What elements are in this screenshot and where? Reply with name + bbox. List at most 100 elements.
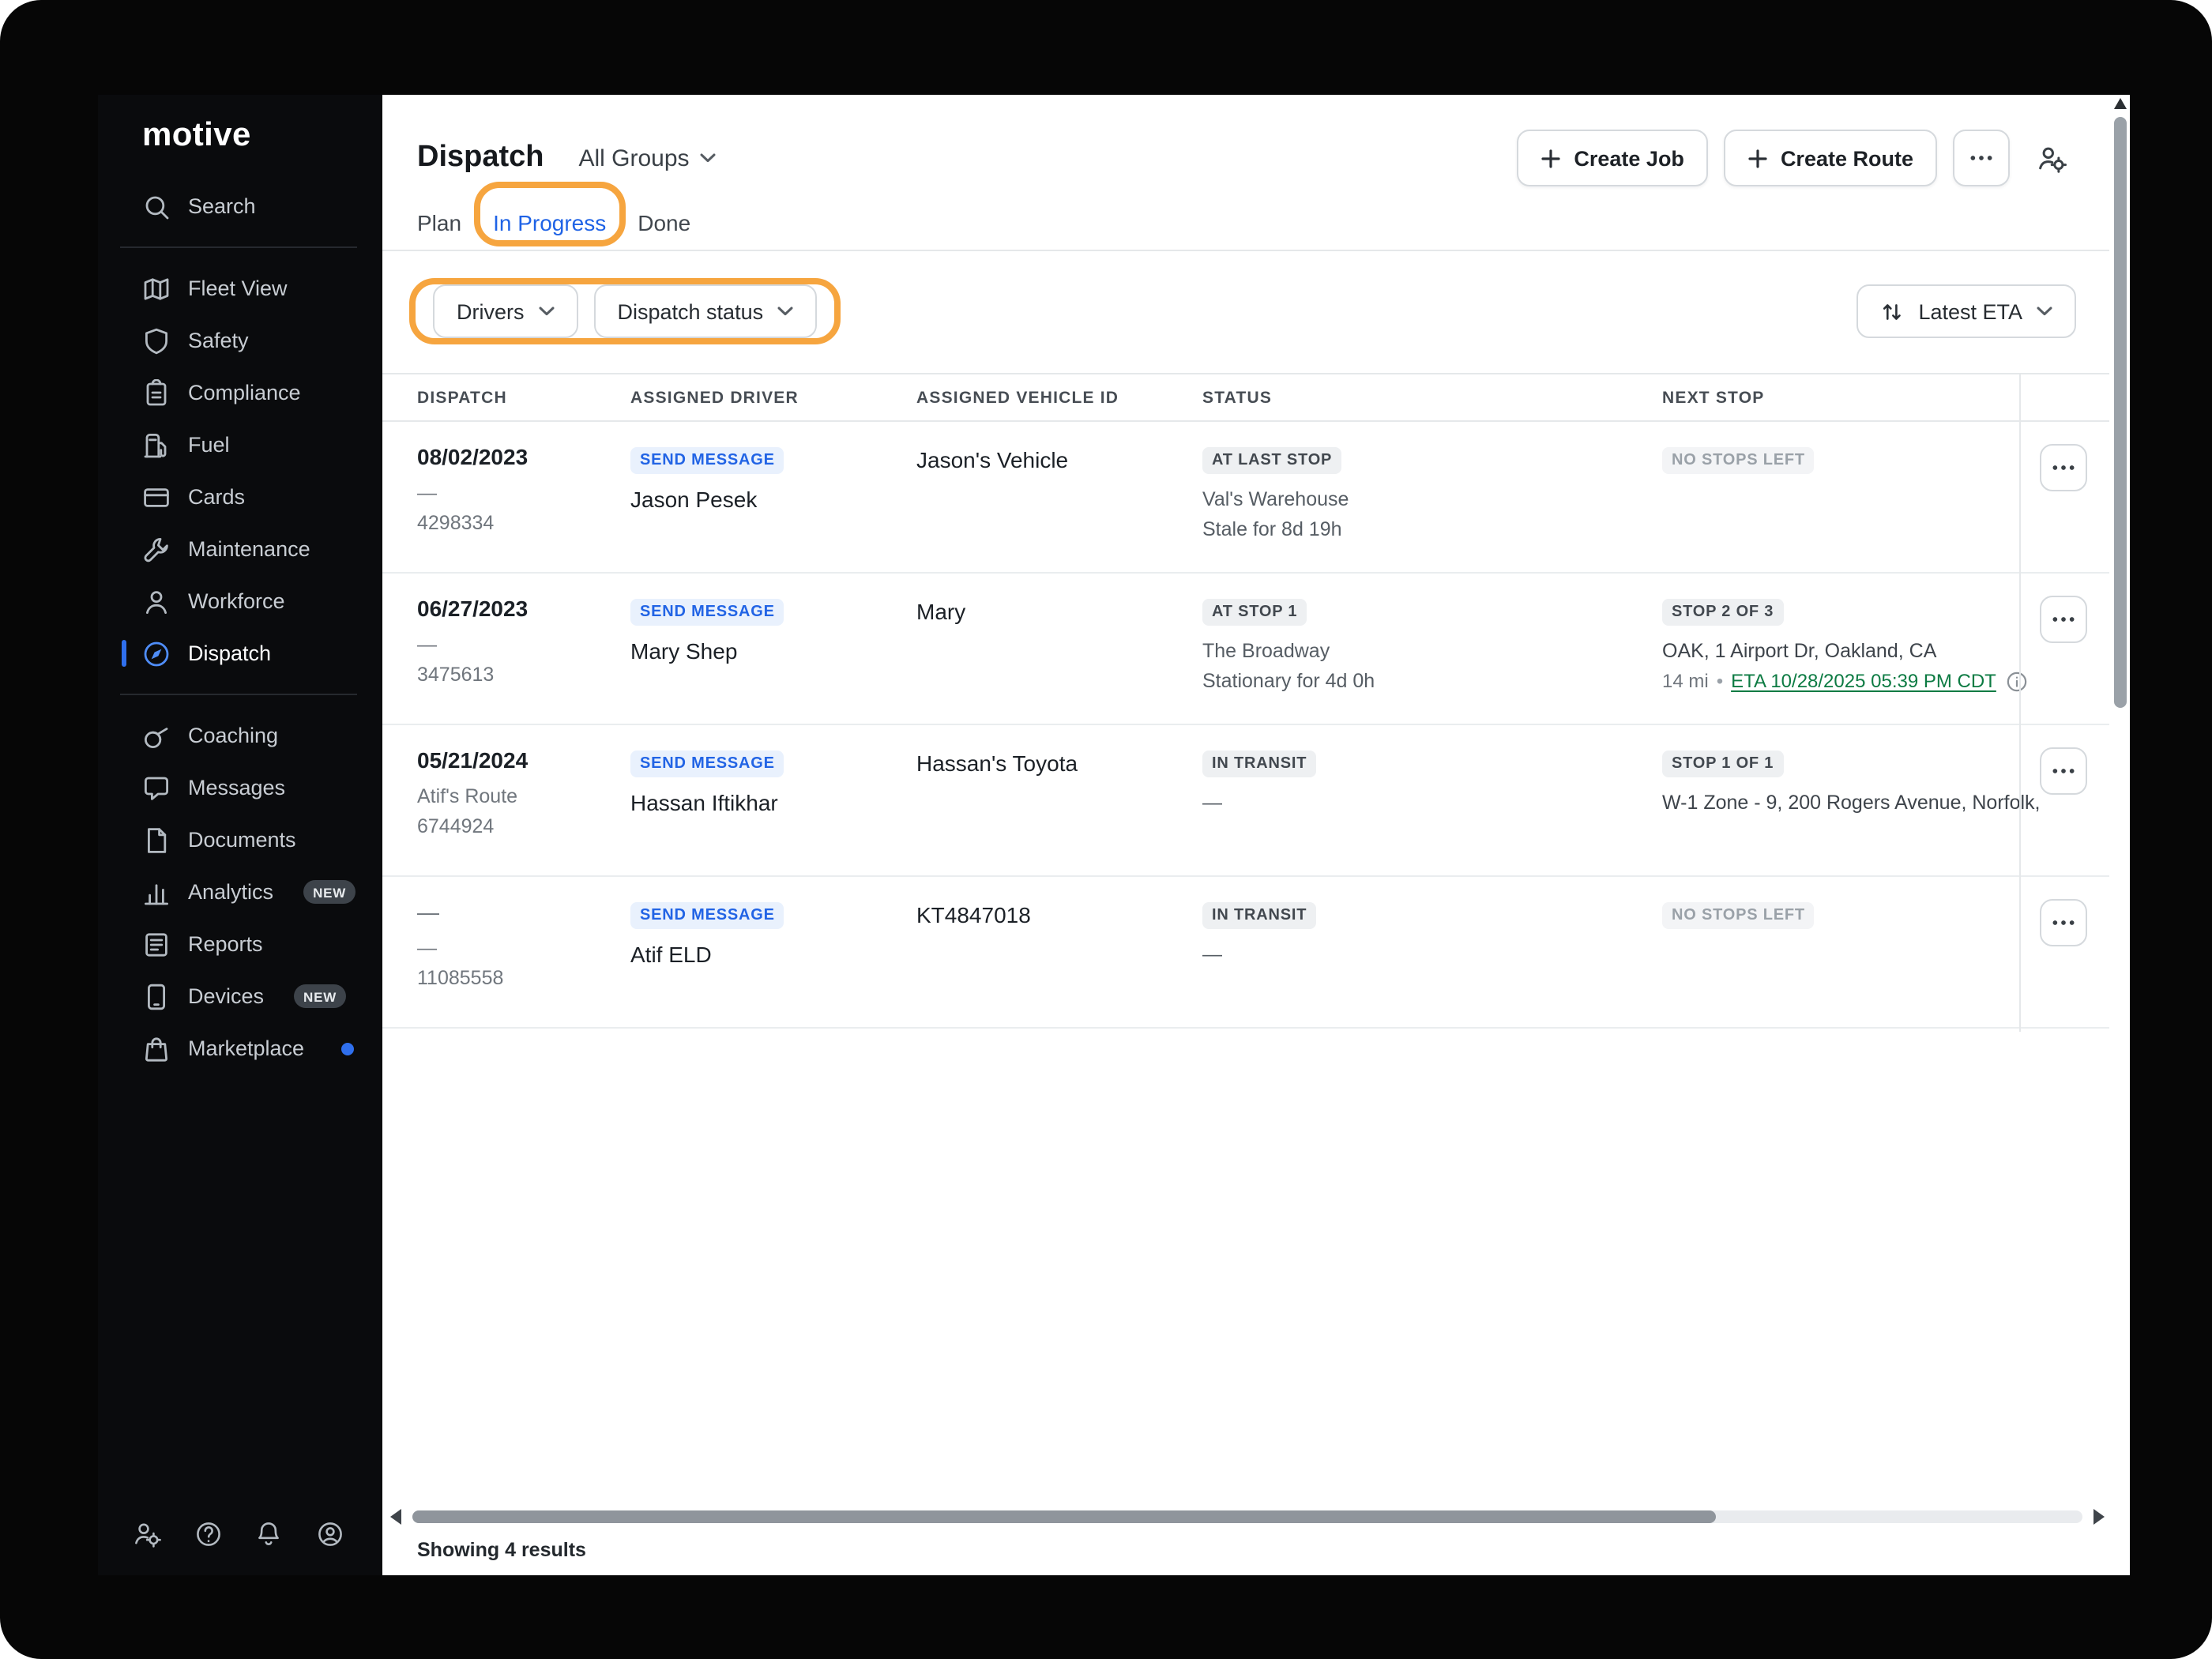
bell-icon[interactable]	[255, 1520, 284, 1548]
status-line1: Val's Warehouse	[1202, 485, 1646, 515]
sidebar-item-documents[interactable]: Documents	[98, 814, 382, 866]
sidebar-item-label: Dispatch	[188, 641, 271, 665]
sidebar-item-coaching[interactable]: Coaching	[98, 709, 382, 762]
group-selector[interactable]: All Groups	[579, 145, 717, 171]
dispatch-date: 05/21/2024	[417, 747, 615, 773]
sidebar-item-messages[interactable]: Messages	[98, 762, 382, 814]
dispatch-status-filter[interactable]: Dispatch status	[594, 284, 818, 338]
user-settings-button[interactable]	[2026, 130, 2076, 186]
sidebar-item-analytics[interactable]: Analytics NEW	[98, 866, 382, 918]
next-stop-eta-link[interactable]: ETA 10/28/2025 05:39 PM CDT	[1731, 667, 1996, 697]
new-badge: NEW	[303, 880, 356, 904]
sidebar-item-devices[interactable]: Devices NEW	[98, 970, 382, 1022]
scroll-right-arrow[interactable]	[2094, 1509, 2105, 1525]
tab-plan[interactable]: Plan	[417, 196, 461, 250]
vertical-scrollbar[interactable]	[2112, 98, 2127, 762]
dispatch-date: 06/27/2023	[417, 596, 615, 621]
sidebar-item-label: Cards	[188, 485, 245, 509]
tab-done[interactable]: Done	[638, 196, 690, 250]
send-message-link[interactable]: SEND MESSAGE	[630, 750, 784, 777]
table-row[interactable]: 05/21/2024 Atif's Route 6744924 SEND MES…	[382, 725, 2109, 877]
vehicle-id: Hassan's Toyota	[916, 747, 1078, 776]
send-message-link[interactable]: SEND MESSAGE	[630, 902, 784, 929]
sidebar-item-marketplace[interactable]: Marketplace	[98, 1022, 382, 1074]
table-row[interactable]: 06/27/2023 — 3475613 SEND MESSAGE Mary S…	[382, 574, 2109, 725]
drivers-filter-label: Drivers	[457, 299, 525, 323]
horizontal-scrollbar[interactable]	[390, 1507, 2105, 1526]
sidebar-item-reports[interactable]: Reports	[98, 918, 382, 970]
sort-button[interactable]: Latest ETA	[1856, 284, 2076, 338]
tab-in-progress[interactable]: In Progress	[493, 196, 606, 250]
report-icon	[142, 930, 171, 958]
assigned-driver-cell: SEND MESSAGE Jason Pesek	[630, 444, 901, 512]
ellipsis-icon	[2051, 465, 2076, 471]
status-cell: AT STOP 1 The Broadway Stationary for 4d…	[1202, 596, 1646, 697]
map-icon	[142, 274, 171, 303]
more-options-button[interactable]	[1953, 130, 2010, 186]
sidebar-item-maintenance[interactable]: Maintenance	[98, 523, 382, 575]
drivers-filter[interactable]: Drivers	[433, 284, 578, 338]
next-stop-detail: STOP 2 OF 3 OAK, 1 Airport Dr, Oakland, …	[1662, 596, 2029, 697]
sidebar-item-label: Analytics	[188, 880, 273, 904]
ellipsis-icon	[1969, 155, 1994, 161]
scroll-up-arrow[interactable]	[2114, 98, 2127, 109]
status-line1: —	[1202, 788, 1646, 818]
scrollbar-thumb[interactable]	[2114, 117, 2127, 708]
header-actions: Create Job Create Route	[1517, 130, 2076, 186]
sidebar: motive Search Fleet View Safety	[98, 95, 382, 1575]
info-icon[interactable]	[2007, 672, 2028, 692]
row-more-button[interactable]	[2040, 444, 2087, 491]
document-icon	[142, 826, 171, 854]
app-frame: motive Search Fleet View Safety	[0, 0, 2212, 1659]
table-row[interactable]: — — 11085558 SEND MESSAGE Atif ELD KT484…	[382, 877, 2109, 1029]
sidebar-item-safety[interactable]: Safety	[98, 314, 382, 367]
sidebar-item-workforce[interactable]: Workforce	[98, 575, 382, 627]
assigned-driver-cell: SEND MESSAGE Atif ELD	[630, 899, 901, 967]
chevron-down-icon	[777, 307, 793, 316]
dispatch-cell: — — 11085558	[417, 899, 615, 994]
table-header: DISPATCH ASSIGNED DRIVER ASSIGNED VEHICL…	[382, 373, 2109, 422]
status-line2: Stationary for 4d 0h	[1202, 667, 1646, 697]
sidebar-item-label: Maintenance	[188, 537, 310, 561]
wrench-icon	[142, 535, 171, 563]
sidebar-item-label: Workforce	[188, 589, 285, 613]
sidebar-item-fleet-view[interactable]: Fleet View	[98, 262, 382, 314]
table-row[interactable]: 08/02/2023 — 4298334 SEND MESSAGE Jason …	[382, 422, 2109, 574]
chevron-down-icon	[2037, 307, 2052, 316]
sidebar-footer	[133, 1520, 344, 1548]
sidebar-item-fuel[interactable]: Fuel	[98, 419, 382, 471]
sidebar-item-dispatch[interactable]: Dispatch	[98, 627, 382, 679]
column-header-assigned-driver: ASSIGNED DRIVER	[630, 374, 799, 422]
create-route-button[interactable]: Create Route	[1724, 130, 1937, 186]
filter-row: Drivers Dispatch status Latest ETA	[417, 284, 2076, 338]
scrollbar-thumb[interactable]	[412, 1510, 1715, 1523]
status-line1: The Broadway	[1202, 637, 1646, 667]
plus-icon	[1540, 148, 1561, 168]
status-badge: AT STOP 1	[1202, 599, 1307, 626]
dispatch-cell: 06/27/2023 — 3475613	[417, 596, 615, 690]
row-more-button[interactable]	[2040, 596, 2087, 643]
sidebar-item-compliance[interactable]: Compliance	[98, 367, 382, 419]
scroll-left-arrow[interactable]	[390, 1509, 401, 1525]
row-more-button[interactable]	[2040, 747, 2087, 795]
notification-dot	[340, 1042, 353, 1055]
send-message-link[interactable]: SEND MESSAGE	[630, 599, 784, 626]
dispatch-date: —	[417, 899, 615, 924]
chevron-down-icon	[701, 153, 717, 163]
next-stop-address: OAK, 1 Airport Dr, Oakland, CA	[1662, 637, 2029, 667]
row-actions-cell	[2019, 444, 2108, 491]
sidebar-item-search[interactable]: Search	[98, 180, 382, 232]
sidebar-divider	[120, 246, 357, 248]
send-message-link[interactable]: SEND MESSAGE	[630, 447, 784, 474]
new-badge: NEW	[294, 984, 346, 1008]
help-icon[interactable]	[194, 1520, 222, 1548]
dispatch-status-filter-label: Dispatch status	[618, 299, 764, 323]
assigned-vehicle-cell: Hassan's Toyota	[916, 747, 1187, 779]
row-more-button[interactable]	[2040, 899, 2087, 946]
user-settings-icon[interactable]	[133, 1520, 161, 1548]
account-icon[interactable]	[316, 1520, 344, 1548]
sidebar-item-cards[interactable]: Cards	[98, 471, 382, 523]
sidebar-item-label: Fuel	[188, 433, 230, 457]
sidebar-item-label: Coaching	[188, 724, 278, 747]
create-job-button[interactable]: Create Job	[1517, 130, 1708, 186]
